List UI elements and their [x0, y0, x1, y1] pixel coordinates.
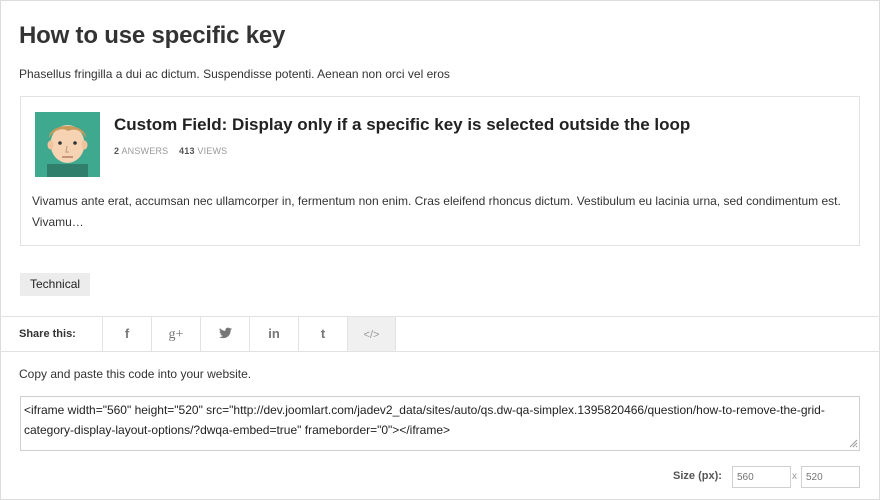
share-bar: Share this: f g+ in t </>	[0, 316, 880, 352]
tumblr-icon: t	[320, 326, 326, 341]
tag-technical[interactable]: Technical	[20, 273, 91, 296]
boy-avatar-icon	[35, 112, 100, 177]
google-plus-icon: g+	[168, 327, 184, 342]
question-meta: 2 ANSWERS 413 VIEWS	[114, 146, 227, 156]
question-card: Custom Field: Display only if a specific…	[20, 96, 860, 246]
linkedin-icon: in	[268, 326, 280, 341]
answers-label: ANSWERS	[121, 146, 169, 156]
question-title[interactable]: Custom Field: Display only if a specific…	[114, 115, 690, 135]
answers-count: 2	[114, 146, 120, 156]
views-count: 413	[179, 146, 195, 156]
embed-width-input[interactable]	[732, 466, 791, 488]
share-facebook-button[interactable]: f	[102, 317, 151, 351]
question-excerpt: Vivamus ante erat, accumsan nec ullamcor…	[32, 194, 841, 229]
share-linkedin-button[interactable]: in	[249, 317, 298, 351]
resize-grip-icon[interactable]	[848, 438, 858, 448]
page-intro: Phasellus fringilla a dui ac dictum. Sus…	[19, 67, 450, 81]
share-google-plus-button[interactable]: g+	[151, 317, 200, 351]
facebook-icon: f	[124, 326, 130, 341]
embed-instructions: Copy and paste this code into your websi…	[19, 367, 252, 381]
page-title: How to use specific key	[19, 22, 286, 49]
size-separator: x	[792, 471, 797, 482]
embed-code-icon: </>	[363, 329, 380, 341]
size-label: Size (px):	[673, 470, 722, 482]
share-tumblr-button[interactable]: t	[298, 317, 347, 351]
views-label: VIEWS	[197, 146, 228, 156]
embed-code-button[interactable]: </>	[347, 317, 396, 351]
share-label: Share this:	[19, 328, 76, 340]
twitter-icon	[218, 327, 232, 339]
embed-code-textarea[interactable]: <iframe width="560" height="520" src="ht…	[20, 396, 860, 451]
share-twitter-button[interactable]	[200, 317, 249, 351]
embed-height-input[interactable]	[801, 466, 860, 488]
